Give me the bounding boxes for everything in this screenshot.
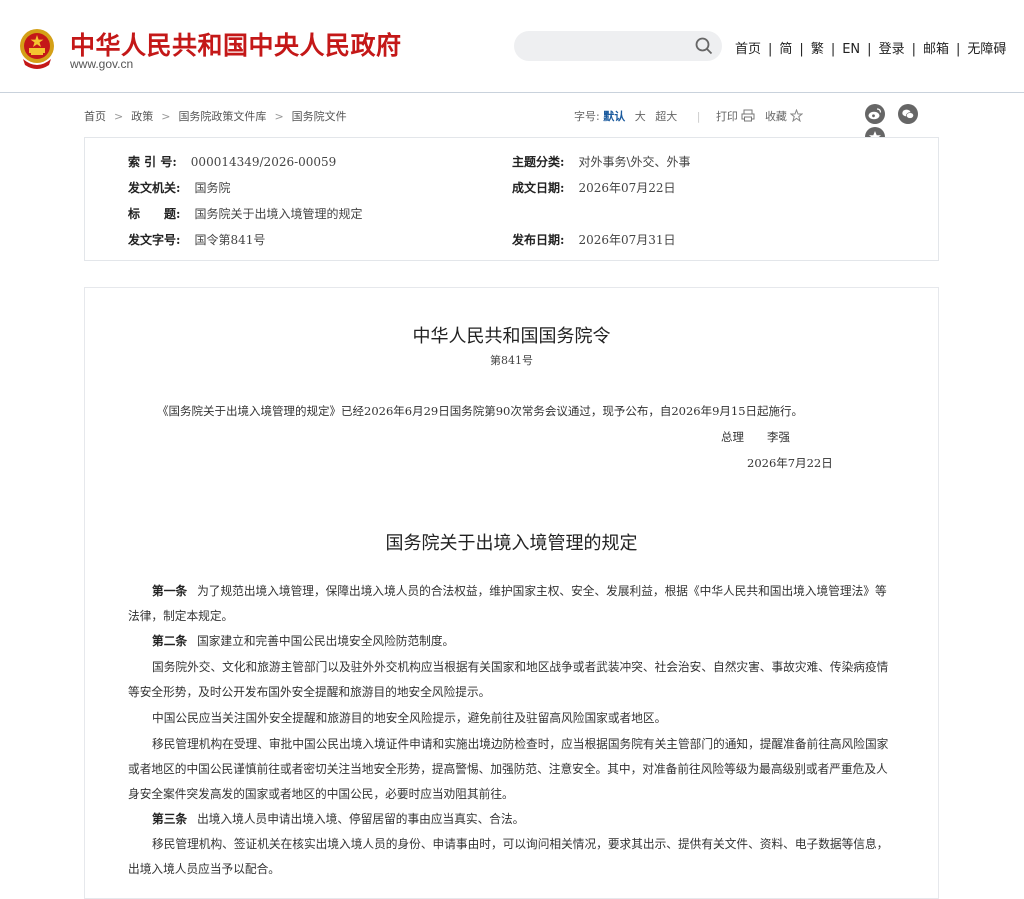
meta-index-value: 000014349/2026-00059 — [190, 155, 337, 169]
document-body: 中华人民共和国国务院令 第841号 《国务院关于出境入境管理的规定》已经2026… — [84, 287, 939, 899]
meta-created: 成文日期: 2026年07月22日 — [512, 179, 676, 196]
divider: | — [955, 42, 961, 57]
search-icon[interactable] — [695, 37, 713, 55]
meta-topic-value: 对外事务\外交、外事 — [578, 155, 691, 169]
chevron-right-icon: > — [161, 110, 171, 123]
nav-mail[interactable]: 邮箱 — [923, 42, 949, 57]
chevron-right-icon: > — [114, 110, 124, 123]
meta-title: 标 题: 国务院关于出境入境管理的规定 — [128, 205, 362, 222]
header-divider — [0, 92, 1024, 93]
paragraph-text: 移民管理机构在受理、审批中国公民出境入境证件申请和实施出境边防检查时，应当根据国… — [128, 737, 889, 801]
weibo-icon[interactable] — [865, 104, 885, 124]
divider: | — [867, 42, 872, 57]
meta-issuer-label: 发文机关: — [128, 181, 181, 195]
meta-docno-label: 发文字号: — [128, 233, 181, 247]
meta-published-value: 2026年07月31日 — [578, 233, 676, 247]
meta-title-label: 标 题: — [128, 207, 181, 221]
meta-docno-value: 国令第841号 — [194, 233, 266, 247]
article-paragraph: 第一条 为了规范出境入境管理，保障出境入境人员的合法权益，维护国家主权、安全、发展… — [128, 579, 898, 629]
breadcrumb-policy-library[interactable]: 国务院政策文件库 — [178, 110, 266, 123]
wechat-icon[interactable] — [897, 104, 918, 124]
paragraph-text: 国务院外交、文化和旅游主管部门以及驻外外交机构应当根据有关国家和地区战争或者武装… — [128, 660, 889, 699]
font-size-label: 字号: — [574, 110, 600, 123]
font-size-default[interactable]: 默认 — [603, 110, 625, 123]
nav-login[interactable]: 登录 — [879, 42, 905, 57]
top-nav: 首页 | 简 | 繁 | EN | 登录 | 邮箱 | 无障碍 — [735, 38, 1006, 57]
divider: | — [696, 110, 701, 123]
font-size-xlarge[interactable]: 超大 — [655, 110, 677, 123]
breadcrumb: 首页 > 政策 > 国务院政策文件库 > 国务院文件 — [84, 108, 347, 124]
site-header: 中华人民共和国中央人民政府 www.gov.cn 首页 | 简 | 繁 | EN | 登录 | 邮箱… — [0, 0, 1024, 92]
paragraph-text: 出境入境人员申请出境入境、停留居留的事由应当真实、合法。 — [197, 812, 525, 826]
nav-simplified[interactable]: 简 — [779, 42, 792, 57]
divider: | — [768, 42, 773, 57]
print-button[interactable]: 打印 — [715, 109, 759, 123]
search-input[interactable] — [528, 36, 692, 58]
search-box — [514, 31, 722, 61]
meta-topic: 主题分类: 对外事务\外交、外事 — [512, 153, 690, 170]
printer-icon — [741, 109, 755, 122]
meta-docno: 发文字号: 国令第841号 — [128, 231, 265, 248]
article-number: 第三条 — [152, 812, 188, 826]
order-number: 第841号 — [490, 354, 533, 367]
paragraph-text: 国家建立和完善中国公民出境安全风险防范制度。 — [197, 634, 455, 648]
meta-published: 发布日期: 2026年07月31日 — [512, 231, 676, 248]
meta-published-label: 发布日期: — [512, 233, 565, 247]
meta-index: 索 引 号: 000014349/2026-00059 — [128, 153, 336, 170]
article-paragraph: 第三条 出境入境人员申请出境入境、停留居留的事由应当真实、合法。 — [128, 807, 898, 832]
article-paragraph: 移民管理机构、签证机关在核实出境入境人员的身份、申请事由时，可以询问相关情况，要… — [128, 832, 898, 882]
order-preamble: 《国务院关于出境入境管理的规定》已经2026年6月29日国务院第90次常务会议通… — [157, 404, 804, 418]
order-title: 中华人民共和国国务院令 — [412, 326, 611, 347]
document-metadata: 索 引 号: 000014349/2026-00059 主题分类: 对外事务\外交、… — [84, 137, 939, 261]
article-paragraph: 移民管理机构在受理、审批中国公民出境入境证件申请和实施出境边防检查时，应当根据国… — [128, 732, 898, 807]
article-number: 第一条 — [152, 584, 188, 598]
meta-issuer: 发文机关: 国务院 — [128, 179, 230, 196]
site-url[interactable]: www.gov.cn — [70, 57, 133, 71]
nav-accessibility[interactable]: 无障碍 — [967, 42, 1006, 57]
breadcrumb-state-council-docs[interactable]: 国务院文件 — [292, 110, 347, 123]
meta-title-value: 国务院关于出境入境管理的规定 — [194, 207, 363, 221]
meta-issuer-value: 国务院 — [194, 181, 231, 195]
chevron-right-icon: > — [274, 110, 284, 123]
divider: | — [830, 42, 836, 57]
breadcrumb-bar: 首页 > 政策 > 国务院政策文件库 > 国务院文件 字号: 默认 大 超大 | 打印 收藏 — [84, 104, 938, 147]
star-outline-icon — [790, 109, 804, 122]
print-label: 打印 — [715, 110, 738, 123]
nav-traditional[interactable]: 繁 — [811, 42, 824, 57]
divider: | — [911, 42, 916, 57]
breadcrumb-home[interactable]: 首页 — [84, 110, 106, 123]
paragraph-text: 为了规范出境入境管理，保障出境入境人员的合法权益，维护国家主权、安全、发展利益，… — [128, 584, 887, 623]
paragraph-text: 移民管理机构、签证机关在核实出境入境人员的身份、申请事由时，可以询问相关情况，要… — [128, 837, 889, 876]
font-size-large[interactable]: 大 — [635, 110, 646, 123]
meta-created-label: 成文日期: — [512, 181, 565, 195]
meta-index-label: 索 引 号: — [128, 155, 177, 169]
page-tools: 字号: 默认 大 超大 | 打印 收藏 — [574, 108, 809, 124]
article-paragraph: 中国公民应当关注国外安全提醒和旅游目的地安全风险提示，避免前往及驻留高风险国家或… — [128, 706, 898, 731]
weibo-glyph-icon — [868, 108, 882, 120]
signer: 总理 李强 — [721, 430, 790, 444]
favorite-label: 收藏 — [764, 110, 787, 123]
meta-topic-label: 主题分类: — [512, 155, 565, 169]
wechat-glyph-icon — [901, 109, 914, 119]
sign-date: 2026年7月22日 — [747, 456, 833, 470]
article-number: 第二条 — [152, 634, 188, 648]
meta-created-value: 2026年07月22日 — [578, 181, 676, 195]
article-paragraph: 国务院外交、文化和旅游主管部门以及驻外外交机构应当根据有关国家和地区战争或者武装… — [128, 655, 898, 705]
breadcrumb-policy[interactable]: 政策 — [131, 110, 153, 123]
article-paragraph: 第二条 国家建立和完善中国公民出境安全风险防范制度。 — [128, 629, 898, 654]
nav-home[interactable]: 首页 — [735, 42, 761, 57]
nav-english[interactable]: EN — [842, 42, 860, 57]
regulation-title: 国务院关于出境入境管理的规定 — [385, 533, 638, 554]
favorite-button[interactable]: 收藏 — [764, 109, 804, 123]
national-emblem-icon[interactable] — [17, 27, 57, 69]
paragraph-text: 中国公民应当关注国外安全提醒和旅游目的地安全风险提示，避免前往及驻留高风险国家或… — [152, 711, 667, 725]
divider: | — [799, 42, 804, 57]
